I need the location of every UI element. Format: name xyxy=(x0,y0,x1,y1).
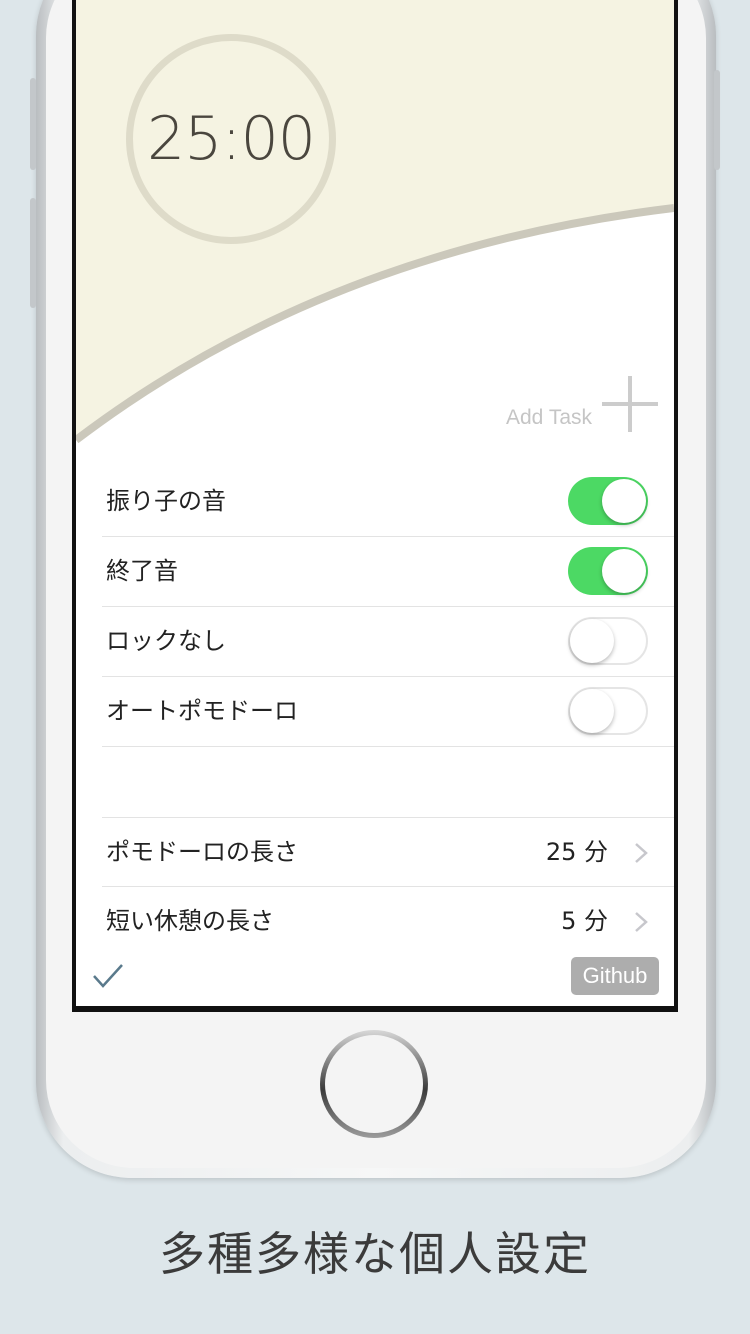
add-task-label[interactable]: Add Task xyxy=(506,406,592,430)
end-sound-toggle[interactable] xyxy=(568,547,648,595)
pendulum-sound-toggle[interactable] xyxy=(568,477,648,525)
setting-value: 25 分 xyxy=(545,838,608,866)
setting-row-auto-pomodoro: オートポモドーロ xyxy=(102,677,674,747)
setting-label: 振り子の音 xyxy=(106,487,226,515)
check-icon[interactable] xyxy=(92,962,124,990)
auto-pomodoro-toggle[interactable] xyxy=(568,687,648,735)
setting-row-pomodoro-length[interactable]: ポモドーロの長さ 25 分 xyxy=(102,817,674,887)
setting-row-short-break-length[interactable]: 短い休憩の長さ 5 分 xyxy=(102,887,674,957)
setting-row-no-lock: ロックなし xyxy=(102,607,674,677)
setting-label: ポモドーロの長さ xyxy=(106,838,298,866)
setting-label: ロックなし xyxy=(106,627,226,655)
home-button[interactable] xyxy=(320,1030,428,1138)
home-button-face xyxy=(325,1035,423,1133)
plus-icon[interactable] xyxy=(600,374,660,434)
chevron-right-icon xyxy=(635,912,648,932)
github-button[interactable]: Github xyxy=(571,957,659,995)
setting-label: 終了音 xyxy=(106,557,178,585)
setting-value: 5 分 xyxy=(561,907,608,935)
phone-screen: 25:00 Add Task 振り子の音 終了音 ロックなし オートポモドーロ … xyxy=(72,0,678,1012)
setting-row-end-sound: 終了音 xyxy=(102,537,674,607)
promo-caption: 多種多様な個人設定 xyxy=(159,1227,591,1281)
volume-down-button xyxy=(30,198,36,308)
power-button xyxy=(714,70,720,170)
chevron-right-icon xyxy=(635,843,648,863)
toggle-knob xyxy=(602,549,646,593)
setting-label: オートポモドーロ xyxy=(106,697,298,725)
timer-display: 25:00 xyxy=(147,104,316,174)
toggle-knob xyxy=(602,479,646,523)
volume-up-button xyxy=(30,78,36,170)
toggle-knob xyxy=(570,619,614,663)
setting-label: 短い休憩の長さ xyxy=(106,907,274,935)
setting-row-pendulum-sound: 振り子の音 xyxy=(102,467,674,537)
no-lock-toggle[interactable] xyxy=(568,617,648,665)
app-screen: 25:00 Add Task 振り子の音 終了音 ロックなし オートポモドーロ … xyxy=(76,0,674,1006)
toggle-knob xyxy=(570,689,614,733)
